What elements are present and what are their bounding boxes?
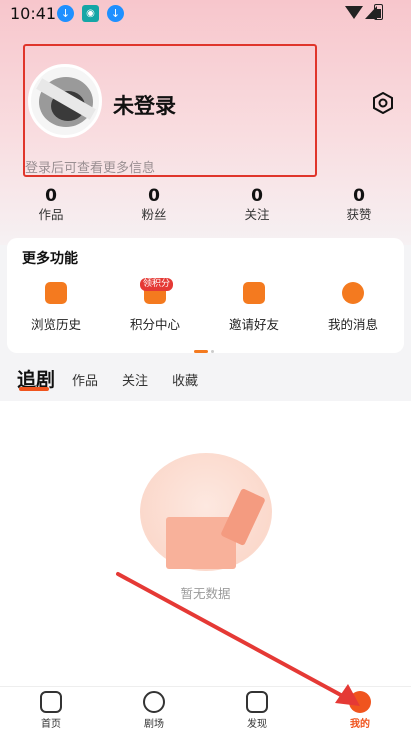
tab-underline	[19, 387, 49, 391]
nav-label: 发现	[247, 719, 267, 730]
func-label: 邀请好友	[228, 317, 279, 332]
nav-label: 首页	[41, 719, 61, 730]
bottom-nav: 首页 剧场 发现 我的	[0, 686, 411, 731]
stat-count: 0	[251, 186, 263, 206]
func-label: 浏览历史	[30, 317, 81, 332]
avatar[interactable]	[28, 64, 102, 138]
func-label: 积分中心	[129, 317, 180, 332]
more-functions-card: 更多功能 浏览历史 积分中心 领积分 邀请好友 我的消息	[7, 238, 404, 353]
download-icon: ↓	[57, 5, 74, 22]
stat-following[interactable]: 0 关注	[222, 186, 292, 224]
nav-mine[interactable]: 我的	[330, 691, 390, 730]
stats-row: 0 作品 0 粉丝 0 关注 0 获赞	[0, 186, 411, 228]
stat-count: 0	[353, 186, 365, 206]
card-title: 更多功能	[22, 251, 78, 267]
stat-count: 0	[148, 186, 160, 206]
func-my-messages[interactable]: 我的消息	[313, 282, 393, 333]
status-bar: 10:41 ↓ ◉ ↓	[0, 0, 411, 26]
app-notification-icon: ◉	[82, 5, 99, 22]
content-tabs: 追剧 作品 关注 收藏	[0, 360, 411, 400]
mine-icon	[349, 691, 371, 713]
theater-icon	[143, 691, 165, 713]
tab-content: 暂无数据	[0, 401, 411, 686]
download-icon: ↓	[107, 5, 124, 22]
discover-icon	[246, 691, 268, 713]
func-invite-friends[interactable]: 邀请好友	[214, 282, 294, 333]
empty-state-text: 暂无数据	[180, 586, 231, 601]
stat-label: 关注	[244, 207, 270, 222]
stat-count: 0	[45, 186, 57, 206]
stat-fans[interactable]: 0 粉丝	[119, 186, 189, 224]
tab-works[interactable]: 作品	[72, 370, 98, 389]
login-profile-area[interactable]: 未登录 登录后可查看更多信息	[23, 44, 317, 177]
page-indicator	[194, 338, 214, 357]
tab-follow[interactable]: 关注	[122, 370, 148, 389]
stat-works[interactable]: 0 作品	[16, 186, 86, 224]
nav-theater[interactable]: 剧场	[124, 691, 184, 730]
nav-discover[interactable]: 发现	[227, 691, 287, 730]
battery-icon	[374, 4, 383, 20]
history-icon	[45, 282, 67, 304]
invite-icon	[243, 282, 265, 304]
nav-label: 剧场	[144, 719, 164, 730]
nickname[interactable]: 未登录	[113, 90, 176, 120]
stat-label: 获赞	[346, 207, 372, 222]
settings-icon[interactable]	[372, 92, 394, 114]
func-label: 我的消息	[327, 317, 378, 332]
func-browse-history[interactable]: 浏览历史	[16, 282, 96, 333]
message-icon	[342, 282, 364, 304]
nav-label: 我的	[350, 719, 370, 730]
tab-favorites[interactable]: 收藏	[172, 370, 198, 389]
stat-label: 粉丝	[141, 207, 167, 222]
stat-likes[interactable]: 0 获赞	[324, 186, 394, 224]
nav-home[interactable]: 首页	[21, 691, 81, 730]
stat-label: 作品	[38, 207, 64, 222]
login-hint: 登录后可查看更多信息	[25, 161, 156, 176]
status-time: 10:41	[10, 4, 57, 23]
wifi-icon	[345, 6, 363, 19]
points-badge: 领积分	[140, 278, 174, 291]
home-icon	[40, 691, 62, 713]
